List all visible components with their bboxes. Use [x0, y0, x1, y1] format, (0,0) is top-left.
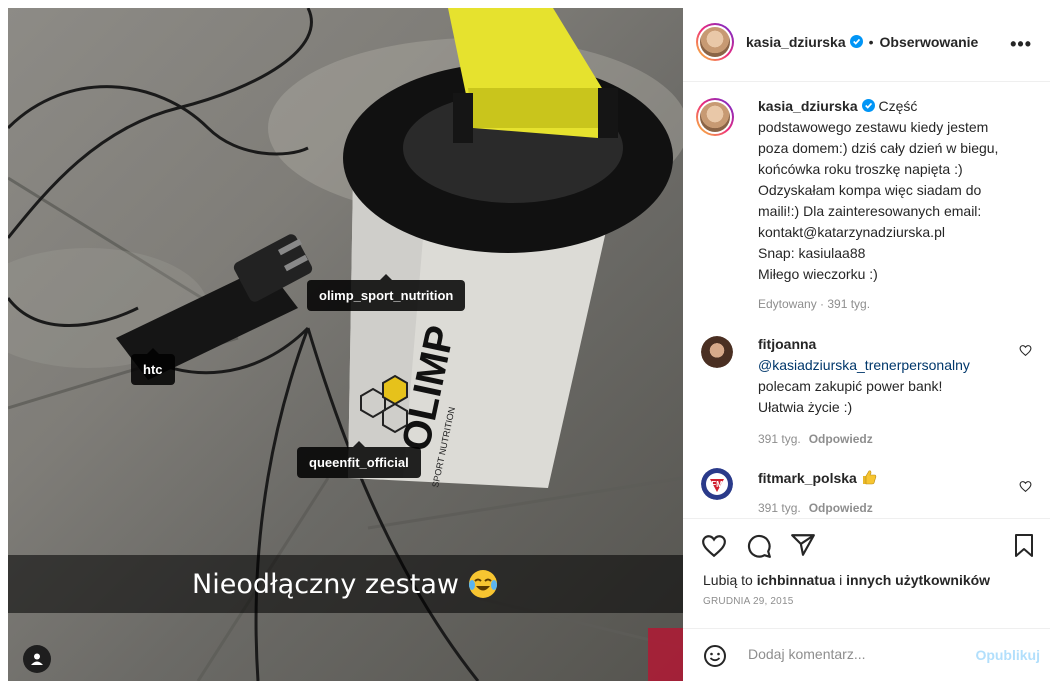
photo-caption-text: Nieodłączny zestaw: [192, 568, 459, 600]
comment-text-line: Ułatwia życie :): [758, 399, 853, 415]
caption-line: końcówka roku troszkę napięta :): [758, 161, 963, 177]
comments-section[interactable]: kasia_dziurska Część podstawowego zestaw…: [683, 82, 1050, 518]
comment-avatar[interactable]: FM: [701, 468, 733, 500]
comment-text-line: polecam zakupić power bank!: [758, 378, 943, 394]
author-username[interactable]: kasia_dziurska: [746, 34, 846, 50]
reply-button[interactable]: Odpowiedz: [809, 432, 873, 446]
share-send-icon[interactable]: [790, 532, 816, 558]
photo-caption-band: Nieodłączny zestaw: [8, 555, 683, 613]
comment-avatar[interactable]: [701, 336, 733, 368]
caption-line: poza domem:) dziś cały dzień w biegu,: [758, 140, 999, 156]
caption-line: Miłego wieczorku :): [758, 266, 878, 282]
post-side-panel: kasia_dziurska • Obserwowanie ••• kasia_dz…: [683, 8, 1050, 681]
publish-button[interactable]: Opublikuj: [975, 647, 1040, 663]
header-separator: •: [868, 34, 874, 50]
like-comment-heart-icon[interactable]: [1019, 344, 1032, 357]
verified-badge-icon: [861, 99, 875, 112]
likes-user-link[interactable]: ichbinnatua: [757, 572, 836, 588]
comment-box: Opublikuj: [683, 628, 1050, 682]
likes-prefix: Lubią to: [703, 572, 757, 588]
tag-queenfit[interactable]: queenfit_official: [297, 441, 421, 478]
tears-of-joy-emoji-icon: [468, 570, 497, 598]
save-bookmark-icon[interactable]: [1012, 533, 1036, 559]
tag-htc[interactable]: htc: [131, 348, 175, 385]
comment-age: 391 tyg.: [758, 432, 801, 446]
more-options-icon[interactable]: •••: [1010, 34, 1032, 55]
svg-text:FM: FM: [711, 480, 723, 489]
tag-olimp[interactable]: olimp_sport_nutrition: [307, 274, 466, 311]
caption-line: Snap: kasiulaa88: [758, 245, 866, 261]
post-actions: Lubią to ichbinnatua i innych użytkownik…: [683, 518, 1050, 629]
author-avatar[interactable]: [696, 23, 734, 61]
caption-edited-time: Edytowany · 391 tyg.: [758, 297, 871, 311]
caption-line: Część: [878, 98, 918, 114]
comment-username[interactable]: fitjoanna: [758, 336, 816, 352]
comment-mention-link[interactable]: @kasiadziurska_trenerpersonalny: [758, 355, 1018, 376]
likes-middle: i: [835, 572, 847, 588]
comment-age: 391 tyg.: [758, 501, 801, 515]
tagged-users-button[interactable]: [23, 645, 51, 673]
post-header: kasia_dziurska • Obserwowanie •••: [683, 8, 1050, 82]
caption-line: Odzyskałam kompa więc siadam do: [758, 182, 982, 198]
caption-username[interactable]: kasia_dziurska: [758, 98, 858, 114]
likes-summary: Lubią to ichbinnatua i innych użytkownik…: [703, 572, 990, 588]
like-comment-heart-icon[interactable]: [1019, 480, 1032, 493]
caption-avatar[interactable]: [696, 98, 734, 136]
thumbs-up-emoji-icon: [862, 470, 876, 485]
caption-line: podstawowego zestawu kiedy jestem: [758, 119, 989, 135]
comment-username[interactable]: fitmark_polska: [758, 470, 857, 486]
likes-others-link[interactable]: innych użytkowników: [846, 572, 990, 588]
comment-input[interactable]: [746, 645, 970, 663]
post-date: GRUDNIA 29, 2015: [703, 596, 794, 607]
caption-line: maili!:) Dla zainteresowanych email:: [758, 203, 982, 219]
reply-button[interactable]: Odpowiedz: [809, 501, 873, 515]
user-icon: [31, 653, 43, 665]
comment-icon[interactable]: [746, 533, 772, 559]
emoji-picker-icon[interactable]: [703, 644, 727, 668]
following-button[interactable]: Obserwowanie: [880, 34, 979, 50]
verified-badge-icon: [849, 35, 863, 48]
like-heart-icon[interactable]: [701, 533, 727, 559]
post-photo[interactable]: OLIMP SPORT NUTRITION olimp_sport_nutrit…: [8, 8, 683, 681]
caption-line: kontakt@katarzynadziurska.pl: [758, 224, 945, 240]
